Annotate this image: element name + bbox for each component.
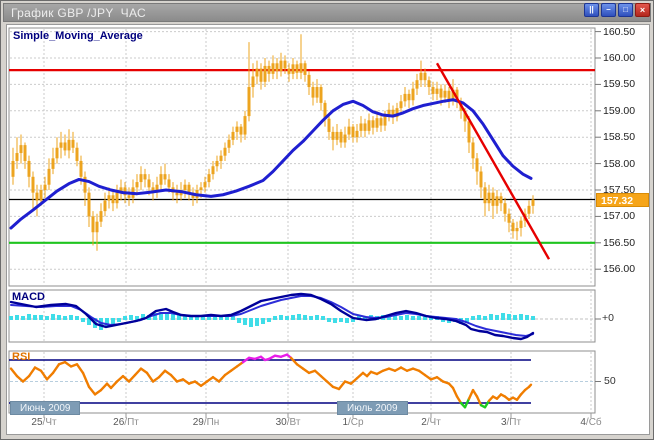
chart-window: График GBP /JPY ЧАС || – □ × Simple_Movi… [0,0,654,440]
price-axis-ticks [595,32,601,382]
date-axis-ticks [44,413,591,418]
chart-canvas[interactable] [1,1,654,440]
